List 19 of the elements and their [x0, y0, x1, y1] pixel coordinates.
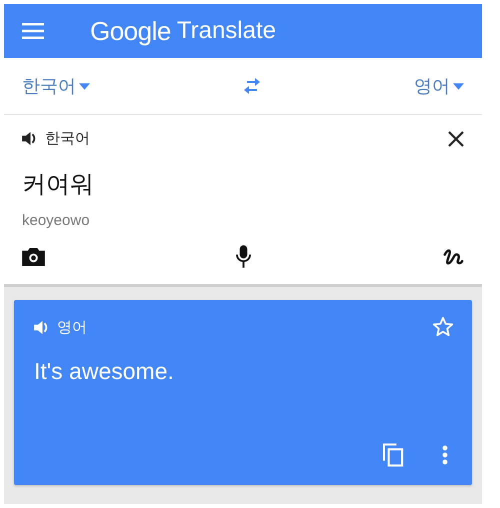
- translated-text: It's awesome.: [34, 358, 175, 385]
- input-language-label: 한국어: [45, 129, 90, 148]
- close-icon[interactable]: [448, 130, 464, 146]
- star-icon[interactable]: [432, 316, 454, 338]
- output-language-label: 영어: [57, 318, 87, 336]
- source-language-dropdown[interactable]: 한국어: [22, 74, 90, 98]
- target-language-dropdown[interactable]: 영어: [414, 74, 464, 98]
- handwriting-icon[interactable]: [442, 247, 464, 266]
- camera-icon[interactable]: [22, 247, 45, 266]
- app-title: Translate: [176, 17, 276, 45]
- romanization-text: keoyeowo: [22, 212, 91, 229]
- microphone-icon[interactable]: [236, 245, 251, 268]
- source-text[interactable]: 커여워: [22, 168, 464, 200]
- caret-icon: [79, 82, 90, 90]
- app-logo: Google: [90, 16, 171, 46]
- menu-icon[interactable]: [22, 23, 44, 39]
- more-icon[interactable]: [442, 445, 448, 465]
- copy-icon[interactable]: [383, 443, 404, 467]
- caret-icon: [453, 82, 464, 90]
